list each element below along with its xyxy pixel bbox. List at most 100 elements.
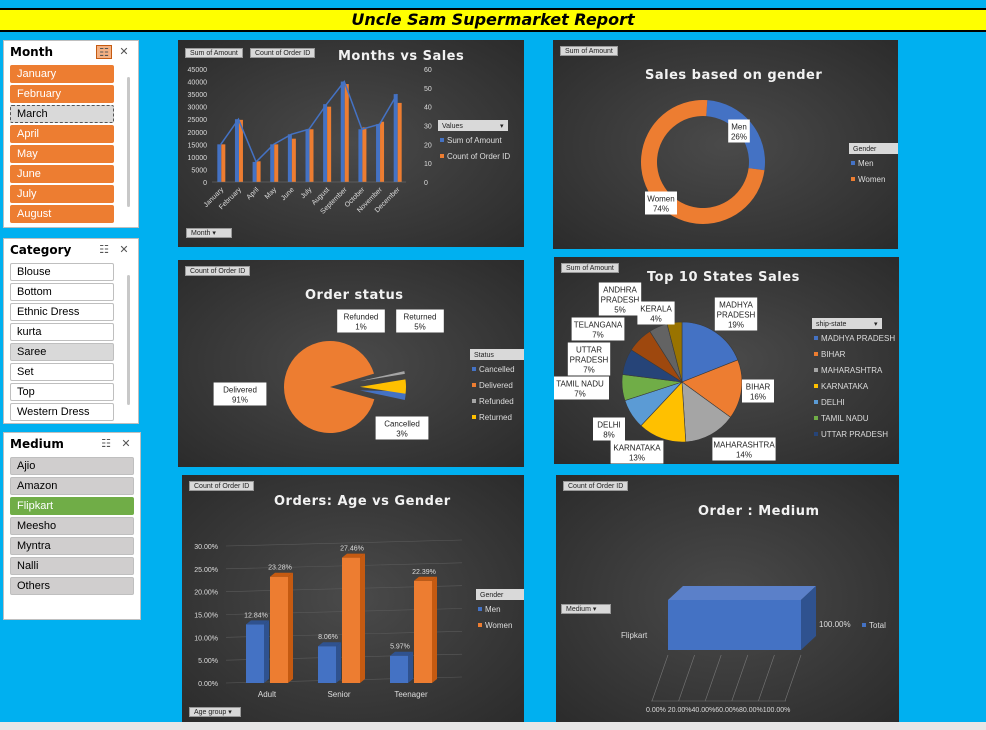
slicer-item-june[interactable]: June [10,165,114,183]
bar-count-order [380,121,385,182]
slicer-item-blouse[interactable]: Blouse [10,263,114,281]
data-label-cancelled-text: 3% [396,430,408,439]
pie-slice-delivered [284,341,375,433]
y-tick-label: 25.00% [194,567,218,574]
multi-select-icon[interactable]: ☷ [96,45,112,59]
clear-filter-icon[interactable]: ✕ [116,45,132,59]
legend-label-men: Men [858,159,874,168]
slicer-item-nalli[interactable]: Nalli [10,557,134,575]
legend-swatch-delhi [814,400,818,404]
category-slicer[interactable]: Category ☷ ✕ Blouse Bottom Ethnic Dress … [3,238,139,424]
filter-chip-month[interactable]: Month ▾ [186,228,232,238]
slicer-item-april[interactable]: April [10,125,114,143]
bar-sum-amount [252,161,257,182]
gender-donut-chart: Men26%Women74%Gender▾MenWomen [641,100,898,224]
legend-swatch-count-of-order-id [440,154,444,158]
medium-chart-panel[interactable]: Count of Order ID Order : Medium Medium … [556,475,899,722]
y-tick-label: 40000 [188,80,208,87]
data-label-maharashtra-text: 14% [736,451,752,460]
slicer-item-february[interactable]: February [10,85,114,103]
data-label-returned-text: 5% [414,323,426,332]
multi-select-icon[interactable]: ☷ [98,437,114,451]
legend-swatch-total [862,623,866,627]
legend-label-men: Men [485,605,501,614]
y-tick-label: 20.00% [194,590,218,597]
slicer-item-ethnic-dress[interactable]: Ethnic Dress [10,303,114,321]
slicer-item-july[interactable]: July [10,185,114,203]
y-tick-label: 0 [203,180,207,187]
data-label-kerala-text: KERALA [640,305,672,314]
legend-label-returned: Returned [479,413,512,422]
clear-filter-icon[interactable]: ✕ [118,437,134,451]
slicer-item-ajio[interactable]: Ajio [10,457,134,475]
slicer-item-march[interactable]: March [10,105,114,123]
legend-swatch-sum-of-amount [440,138,444,142]
y2-tick-label: 0 [424,180,428,187]
bar-count-order [397,102,402,182]
bar-sum-amount [305,129,310,182]
months-sales-chart-panel[interactable]: Sum of Amount Count of Order ID Months v… [178,40,524,247]
multi-select-icon[interactable]: ☷ [96,243,112,257]
data-label-karnataka-text: KARNATAKA [613,444,661,453]
legend-swatch-refunded [472,399,476,403]
bar-side-women [360,553,365,683]
data-label-men-text: Men [731,123,747,132]
report-title: Uncle Sam Supermarket Report [0,8,986,32]
data-label-uttar-pradesh-text: UTTAR [576,346,602,355]
slicer-item-bottom[interactable]: Bottom [10,283,114,301]
legend-swatch-women [851,177,855,181]
slicer-item-january[interactable]: January [10,65,114,83]
filter-chip-age-group[interactable]: Age group ▾ [189,707,241,717]
order-status-pie-chart: Refunded1%Returned5%Delivered91%Cancelle… [213,309,524,440]
y-tick-label: 5.00% [198,658,218,665]
data-label-karnataka-text: 13% [629,454,645,463]
legend-swatch-bihar [814,352,818,356]
legend-label-maharashtra: MAHARASHTRA [821,366,883,375]
legend-swatch-men [851,161,855,165]
legend-label-women: Women [858,175,885,184]
y2-tick-label: 30 [424,124,432,131]
legend-label-karnataka: KARNATAKA [821,382,869,391]
slicer-item-kurta[interactable]: kurta [10,323,114,341]
slicer-item-others[interactable]: Others [10,577,134,595]
slicer-item-meesho[interactable]: Meesho [10,517,134,535]
month-slicer-scrollbar[interactable] [127,77,130,207]
data-label-cancelled-text: Cancelled [384,420,420,429]
bar-count-order [327,106,332,182]
slicer-item-western-dress[interactable]: Western Dress [10,403,114,421]
clear-filter-icon[interactable]: ✕ [116,243,132,257]
order-status-chart-panel[interactable]: Count of Order ID Order status Refunded 1… [178,260,524,467]
age-gender-chart-panel[interactable]: Count of Order ID Orders: Age vs Gender … [182,475,524,722]
bar-sum-amount [340,81,345,182]
gridline [704,654,722,702]
data-label-maharashtra-text: MAHARASHTRA [713,441,775,450]
slicer-item-amazon[interactable]: Amazon [10,477,134,495]
x-tick-label: Senior [327,690,350,699]
data-label: 12.84% [244,612,268,619]
data-label-women-text: Women [647,195,674,204]
legend-label-tamil-nadu: TAMIL NADU [821,414,869,423]
month-slicer[interactable]: Month ☷ ✕ January February March April M… [3,40,139,228]
slicer-item-set[interactable]: Set [10,363,114,381]
slicer-item-august[interactable]: August [10,205,114,223]
medium-slicer[interactable]: Medium ☷ ✕ Ajio Amazon Flipkart Meesho M… [3,432,141,620]
legend-swatch-delivered [472,383,476,387]
slicer-item-saree[interactable]: Saree [10,343,114,361]
month-slicer-header: Month ☷ ✕ [4,41,138,63]
bar-side-men [336,642,341,683]
slicer-item-myntra[interactable]: Myntra [10,537,134,555]
gender-chart-panel[interactable]: Sum of Amount Sales based on gender Men 2… [553,40,898,249]
states-chart-panel[interactable]: Sum of Amount Top 10 States Sales MADHYA… [554,257,899,464]
x-tick-label: Teenager [394,690,428,699]
category-slicer-scrollbar[interactable] [127,275,130,405]
legend-label-refunded: Refunded [479,397,514,406]
y-tick-label: 10.00% [194,635,218,642]
slicer-item-flipkart[interactable]: Flipkart [10,497,134,515]
legend-label-bihar: BIHAR [821,350,846,359]
x-tick-labels: 0.00% 20.00%40.00%60.00%80.00%100.00% [646,707,790,714]
slicer-item-may[interactable]: May [10,145,114,163]
data-label-refunded-text: 1% [355,323,367,332]
slicer-item-top[interactable]: Top [10,383,114,401]
legend-swatch-karnataka [814,384,818,388]
legend-title: Status [474,352,494,359]
